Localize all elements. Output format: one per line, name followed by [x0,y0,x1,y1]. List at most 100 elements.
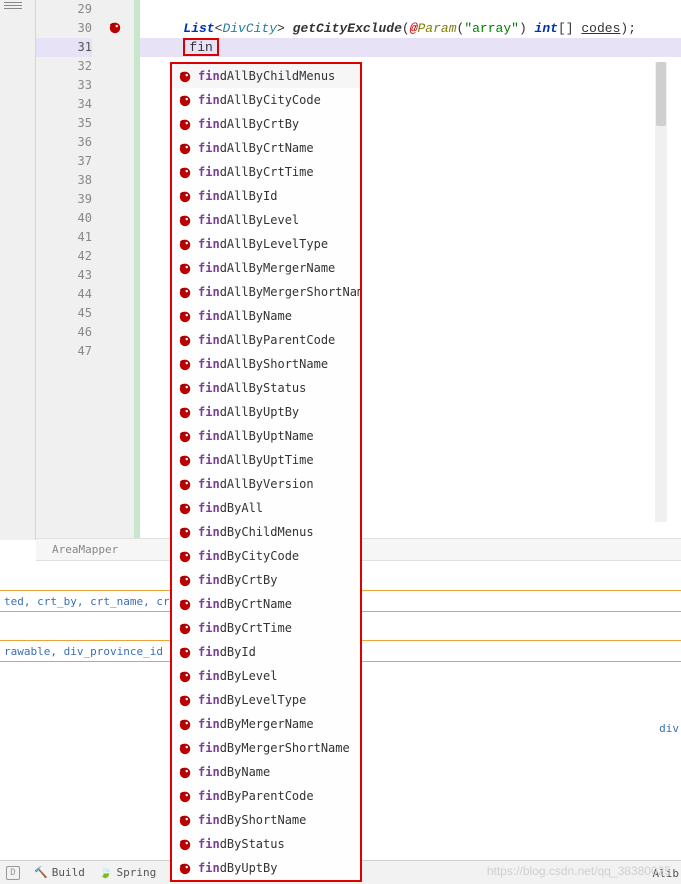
match-prefix: fin [198,520,220,544]
mybatis-bird-icon [178,693,192,707]
autocomplete-item[interactable]: findByCityCode [172,544,360,568]
autocomplete-item[interactable]: findByMergerName [172,712,360,736]
autocomplete-item[interactable]: findByCrtTime [172,616,360,640]
autocomplete-item[interactable]: findByMergerShortName [172,736,360,760]
mybatis-bird-icon [178,525,192,539]
item-label: dAllById [220,184,278,208]
mybatis-bird-icon [178,165,192,179]
autocomplete-item[interactable]: findAllByParentCode [172,328,360,352]
code-line[interactable] [140,0,681,19]
match-prefix: fin [198,592,220,616]
mybatis-bird-icon [178,213,192,227]
breadcrumb-item[interactable]: AreaMapper [52,543,118,556]
autocomplete-item[interactable]: findAllByMergerShortName [172,280,360,304]
icon-gutter [100,0,134,540]
autocomplete-item[interactable]: findAllByShortName [172,352,360,376]
match-prefix: fin [198,736,220,760]
autocomplete-item[interactable]: findAllById [172,184,360,208]
autocomplete-item[interactable]: findAllByCityCode [172,88,360,112]
line-number[interactable]: 29 [36,0,92,19]
mybatis-bird-icon [178,741,192,755]
line-number[interactable]: 47 [36,342,92,361]
autocomplete-item[interactable]: findAllByCrtBy [172,112,360,136]
autocomplete-item[interactable]: findAllByChildMenus [172,64,360,88]
item-label: dByMergerName [220,712,314,736]
match-prefix: fin [198,376,220,400]
autocomplete-item[interactable]: findByCrtName [172,592,360,616]
line-number[interactable]: 44 [36,285,92,304]
autocomplete-item[interactable]: findAllByCrtName [172,136,360,160]
line-number[interactable]: 38 [36,171,92,190]
mybatis-bird-icon [178,93,192,107]
item-label: dByCrtTime [220,616,292,640]
status-item[interactable]: D [6,866,20,880]
mybatis-bird-icon[interactable] [108,20,122,34]
watermark-text: https://blog.csdn.net/qq_38380025 [487,864,671,878]
autocomplete-item[interactable]: findAllByUptBy [172,400,360,424]
item-label: dAllByUptTime [220,448,314,472]
line-number[interactable]: 34 [36,95,92,114]
autocomplete-item[interactable]: findAllByLevelType [172,232,360,256]
code-line-current[interactable]: fin [140,38,681,57]
line-number[interactable]: 39 [36,190,92,209]
autocomplete-item[interactable]: findAllByName [172,304,360,328]
line-number[interactable]: 41 [36,228,92,247]
project-tool-strip[interactable] [0,0,36,540]
line-number[interactable]: 36 [36,133,92,152]
autocomplete-item[interactable]: findByLevel [172,664,360,688]
match-prefix: fin [198,64,220,88]
autocomplete-item[interactable]: findAllByUptTime [172,448,360,472]
mybatis-bird-icon [178,381,192,395]
autocomplete-item[interactable]: findAllByCrtTime [172,160,360,184]
line-number[interactable]: 42 [36,247,92,266]
item-label: dByLevelType [220,688,307,712]
match-prefix: fin [198,496,220,520]
autocomplete-item[interactable]: findById [172,640,360,664]
autocomplete-item[interactable]: findAllByUptName [172,424,360,448]
line-number[interactable]: 31 [36,38,92,57]
mybatis-bird-icon [178,69,192,83]
line-number[interactable]: 37 [36,152,92,171]
item-label: dAllByName [220,304,292,328]
line-number[interactable]: 46 [36,323,92,342]
line-number[interactable]: 43 [36,266,92,285]
truncated-text: div [659,722,679,735]
match-prefix: fin [198,784,220,808]
autocomplete-item[interactable]: findByName [172,760,360,784]
autocomplete-item[interactable]: findByLevelType [172,688,360,712]
autocomplete-item[interactable]: findAllByLevel [172,208,360,232]
autocomplete-item[interactable]: findByStatus [172,832,360,856]
autocomplete-item[interactable]: findByParentCode [172,784,360,808]
item-label: dByChildMenus [220,520,314,544]
autocomplete-item[interactable]: findByShortName [172,808,360,832]
autocomplete-item[interactable]: findByCrtBy [172,568,360,592]
line-number[interactable]: 30 [36,19,92,38]
mybatis-bird-icon [178,645,192,659]
match-prefix: fin [198,424,220,448]
editor-scrollbar[interactable] [655,62,667,522]
spring-tab[interactable]: Spring [99,866,156,879]
parameter-name: codes [581,21,620,36]
autocomplete-item[interactable]: findAllByVersion [172,472,360,496]
line-number[interactable]: 32 [36,57,92,76]
code-line[interactable]: List<DivCity> getCityExclude(@Param("arr… [140,19,681,38]
line-number[interactable]: 35 [36,114,92,133]
line-number-gutter[interactable]: 29303132333435363738394041424344454647 [36,0,100,540]
autocomplete-popup[interactable]: findAllByChildMenusfindAllByCityCodefind… [170,62,362,882]
autocomplete-item[interactable]: findByUptBy [172,856,360,880]
match-prefix: fin [198,112,220,136]
line-number[interactable]: 33 [36,76,92,95]
line-number[interactable]: 45 [36,304,92,323]
mybatis-bird-icon [178,429,192,443]
autocomplete-item[interactable]: findAllByStatus [172,376,360,400]
line-number[interactable]: 40 [36,209,92,228]
item-label: dAllByLevelType [220,232,328,256]
scrollbar-thumb[interactable] [656,62,666,126]
item-label: dAllByParentCode [220,328,336,352]
autocomplete-item[interactable]: findByAll [172,496,360,520]
item-label: dAllByCrtTime [220,160,314,184]
autocomplete-item[interactable]: findAllByMergerName [172,256,360,280]
autocomplete-item[interactable]: findByChildMenus [172,520,360,544]
build-tab[interactable]: Build [34,866,85,879]
type-name: DivCity [222,21,277,36]
